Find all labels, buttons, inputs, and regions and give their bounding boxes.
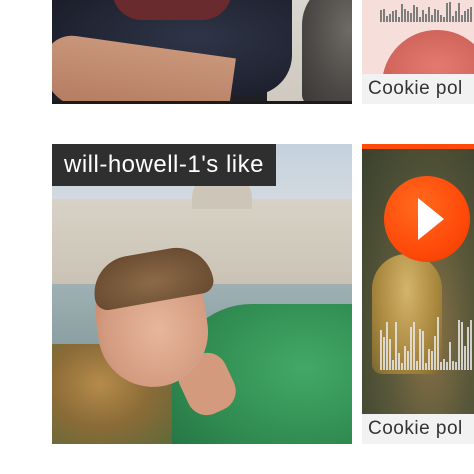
- waveform-bar: [413, 5, 415, 22]
- waveform-bar: [422, 10, 424, 22]
- waveform-bar: [470, 7, 472, 22]
- waveform-bar: [446, 362, 448, 370]
- waveform-bar: [440, 362, 442, 370]
- waveform-bar: [383, 9, 385, 22]
- like-label[interactable]: will-howell-1's like: [52, 144, 276, 186]
- waveform-bar: [398, 17, 400, 22]
- waveform-bar: [434, 336, 436, 370]
- waveform-bar: [416, 7, 418, 22]
- waveform-bar: [431, 351, 433, 370]
- waveform-bar: [452, 361, 454, 370]
- waveform: [380, 314, 474, 370]
- waveform-bar: [455, 11, 457, 22]
- waveform-bar: [389, 14, 391, 22]
- waveform-bar: [416, 361, 418, 370]
- photo-tile-top-left[interactable]: [52, 0, 352, 104]
- waveform-bar: [428, 7, 430, 22]
- waveform-bar: [458, 320, 460, 370]
- play-icon: [418, 198, 444, 240]
- waveform-bar: [467, 327, 469, 370]
- accent-bar: [362, 144, 474, 149]
- tile-underline: [52, 101, 352, 104]
- waveform-bar: [464, 346, 466, 370]
- waveform-bar: [410, 327, 412, 370]
- waveform-bar: [389, 339, 391, 370]
- photo-cat: [302, 0, 352, 104]
- waveform-bar: [395, 322, 397, 370]
- waveform-bar: [458, 3, 460, 22]
- waveform-bar: [443, 359, 445, 370]
- waveform-bar: [470, 320, 472, 370]
- waveform-bar: [455, 362, 457, 370]
- waveform-bar: [437, 10, 439, 22]
- cookie-policy-link-top[interactable]: Cookie pol: [362, 74, 474, 104]
- waveform-bar: [392, 11, 394, 22]
- waveform-bar: [461, 15, 463, 22]
- user-like-photo-tile[interactable]: [52, 144, 352, 444]
- waveform-bar: [464, 11, 466, 22]
- waveform: [380, 0, 474, 22]
- waveform-bar: [461, 322, 463, 370]
- waveform-bar: [449, 342, 451, 370]
- waveform-bar: [443, 17, 445, 22]
- waveform-bar: [419, 17, 421, 22]
- waveform-bar: [413, 322, 415, 370]
- waveform-bar: [449, 2, 451, 22]
- waveform-bar: [386, 16, 388, 22]
- track-artwork-top-right[interactable]: [362, 0, 474, 74]
- waveform-bar: [380, 10, 382, 22]
- waveform-bar: [401, 4, 403, 22]
- waveform-bar: [440, 15, 442, 22]
- waveform-bar: [419, 329, 421, 370]
- waveform-bar: [407, 11, 409, 22]
- waveform-bar: [404, 346, 406, 370]
- waveform-bar: [380, 330, 382, 370]
- waveform-bar: [404, 9, 406, 22]
- waveform-bar: [383, 337, 385, 370]
- waveform-bar: [425, 14, 427, 22]
- waveform-bar: [395, 10, 397, 22]
- waveform-bar: [398, 353, 400, 370]
- waveform-bar: [425, 363, 427, 370]
- waveform-bar: [410, 13, 412, 22]
- photo-subject-shirt: [112, 0, 232, 20]
- artwork-subject: [382, 30, 474, 74]
- waveform-bar: [428, 349, 430, 370]
- waveform-bar: [452, 16, 454, 22]
- waveform-bar: [434, 9, 436, 22]
- cookie-policy-link-bottom[interactable]: Cookie pol: [362, 414, 474, 444]
- waveform-bar: [422, 331, 424, 370]
- waveform-bar: [446, 3, 448, 22]
- waveform-bar: [437, 317, 439, 370]
- waveform-bar: [431, 15, 433, 22]
- waveform-bar: [386, 322, 388, 370]
- waveform-bar: [407, 351, 409, 370]
- page: Cookie pol will-howell-1's like Cookie p…: [0, 0, 474, 474]
- waveform-bar: [467, 9, 469, 22]
- waveform-bar: [401, 363, 403, 370]
- play-button[interactable]: [384, 176, 470, 262]
- waveform-bar: [392, 360, 394, 370]
